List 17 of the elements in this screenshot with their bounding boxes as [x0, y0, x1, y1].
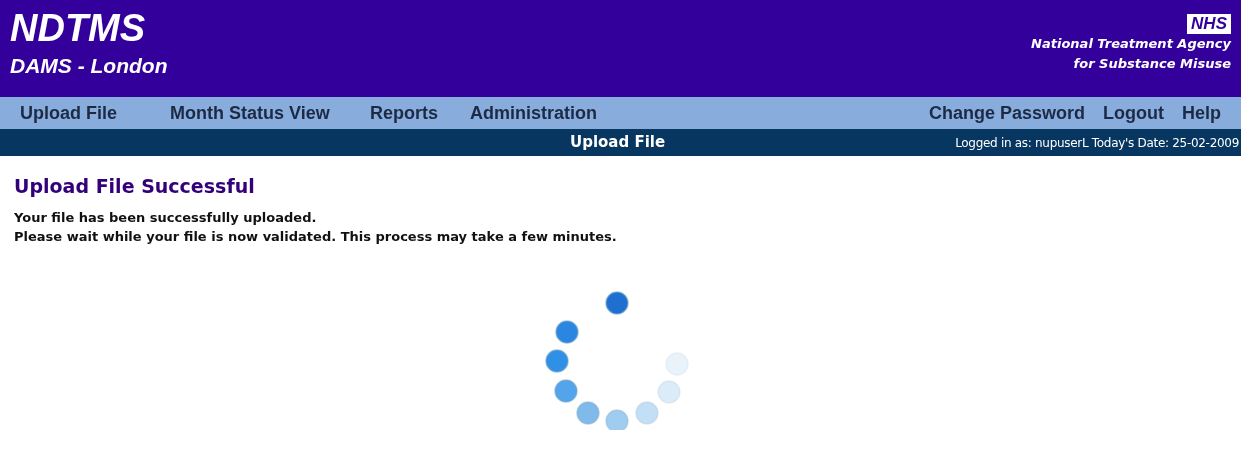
- nhs-logo: NHS: [1187, 14, 1231, 34]
- current-page-label: Upload File: [570, 132, 667, 154]
- menu-link[interactable]: Upload File: [20, 99, 170, 127]
- app-title: NDTMS: [10, 8, 147, 48]
- message-line: Your file has been successfully uploaded.: [14, 209, 318, 227]
- menu-link[interactable]: Administration: [470, 99, 630, 127]
- menu-link[interactable]: Help: [1182, 99, 1221, 127]
- message-line: Please wait while your file is now validated. This process may take a few minutes.: [14, 228, 618, 246]
- agency-name-line: National Treatment Agency: [1031, 35, 1231, 53]
- menu-link[interactable]: Reports: [370, 99, 470, 127]
- agency-name-line: for Substance Misuse: [1073, 55, 1231, 73]
- login-info: Logged in as: nupuserL Today's Date: 25-02-2009: [955, 134, 1240, 152]
- page-heading: Upload File Successful: [14, 174, 256, 198]
- menu-link[interactable]: Logout: [1103, 99, 1164, 127]
- app-subtitle: DAMS - London: [10, 53, 168, 79]
- menu-link[interactable]: Change Password: [928, 99, 1085, 127]
- menu-link[interactable]: Month Status View: [170, 99, 370, 127]
